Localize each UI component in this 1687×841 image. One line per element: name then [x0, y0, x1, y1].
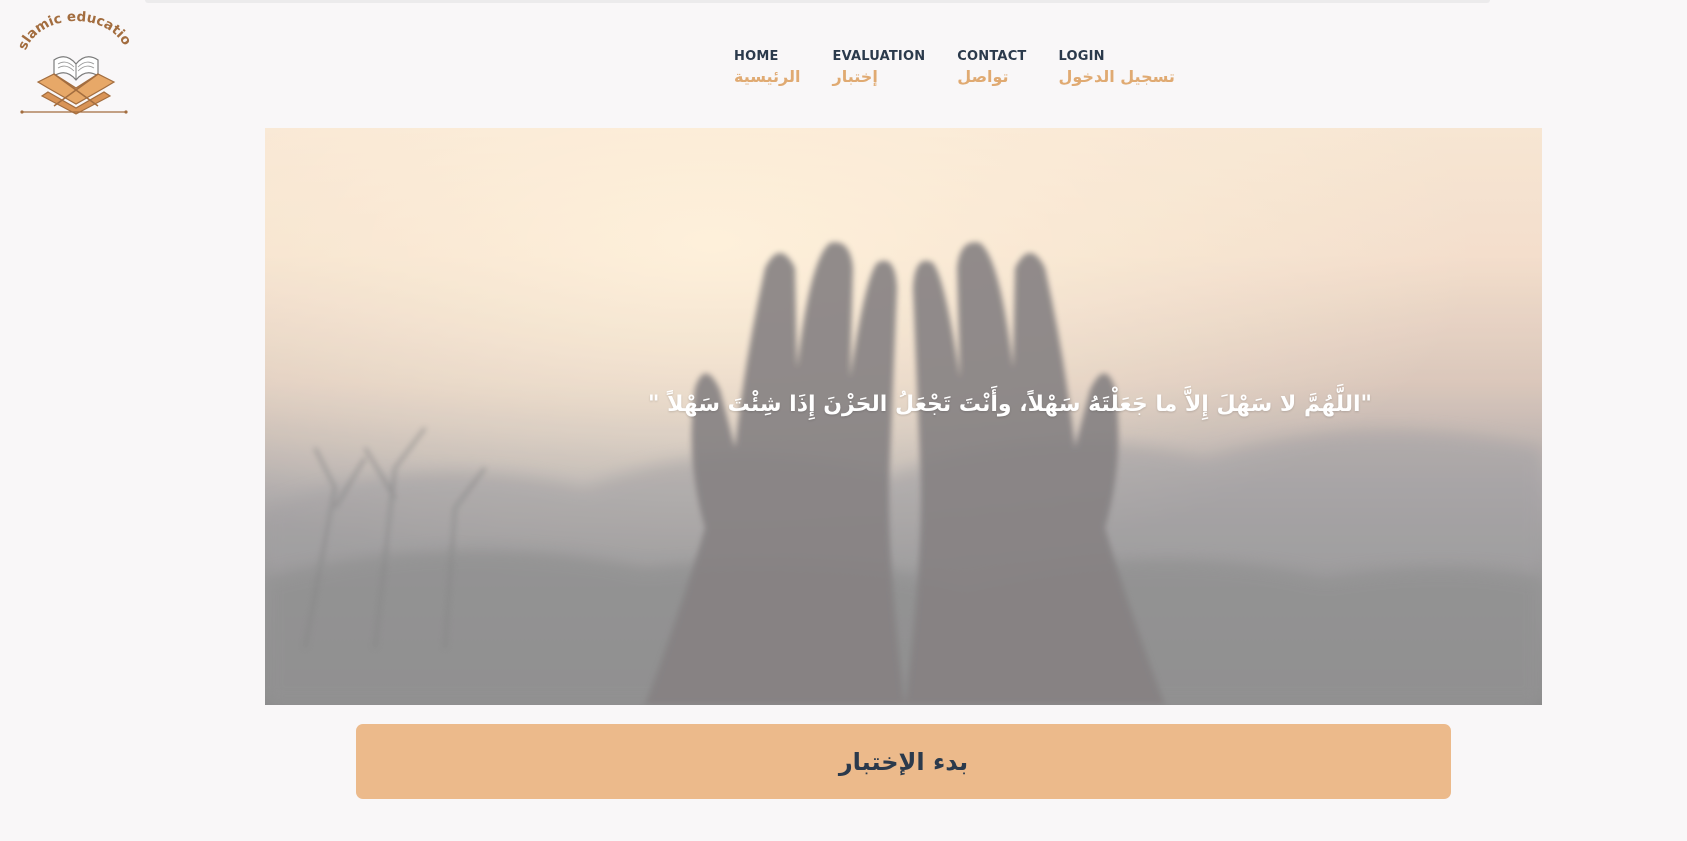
- nav-item-evaluation[interactable]: EVALUATION إختبار: [833, 49, 926, 88]
- nav-login-label-en[interactable]: LOGIN: [1059, 49, 1175, 65]
- quran-on-stand-icon: islamic education: [9, 0, 134, 115]
- site-logo[interactable]: islamic education: [9, 0, 134, 118]
- nav-item-login[interactable]: LOGIN تسجيل الدخول: [1059, 49, 1175, 88]
- main-nav: HOME الرئيسية EVALUATION إختبار CONTACT …: [734, 49, 1207, 88]
- logo-text: islamic education: [14, 10, 134, 52]
- nav-item-contact[interactable]: CONTACT تواصل: [957, 49, 1026, 88]
- nav-evaluation-label-ar[interactable]: إختبار: [833, 66, 926, 88]
- nav-home-label-ar[interactable]: الرئيسية: [734, 66, 801, 88]
- nav-evaluation-label-en[interactable]: EVALUATION: [833, 49, 926, 65]
- nav-contact-label-en[interactable]: CONTACT: [957, 49, 1026, 65]
- nav-contact-label-ar[interactable]: تواصل: [957, 66, 1026, 88]
- hero-banner: "اللَّهُمَّ لا سَهْلَ إِلاَّ ما جَعَلْتَ…: [265, 128, 1542, 705]
- nav-login-label-ar[interactable]: تسجيل الدخول: [1059, 66, 1175, 88]
- start-test-button[interactable]: بدء الإختبار: [356, 724, 1451, 799]
- hero-quote: "اللَّهُمَّ لا سَهْلَ إِلاَّ ما جَعَلْتَ…: [647, 392, 1372, 417]
- nav-item-home[interactable]: HOME الرئيسية: [734, 49, 801, 88]
- top-border: [145, 0, 1490, 3]
- nav-home-label-en[interactable]: HOME: [734, 49, 801, 65]
